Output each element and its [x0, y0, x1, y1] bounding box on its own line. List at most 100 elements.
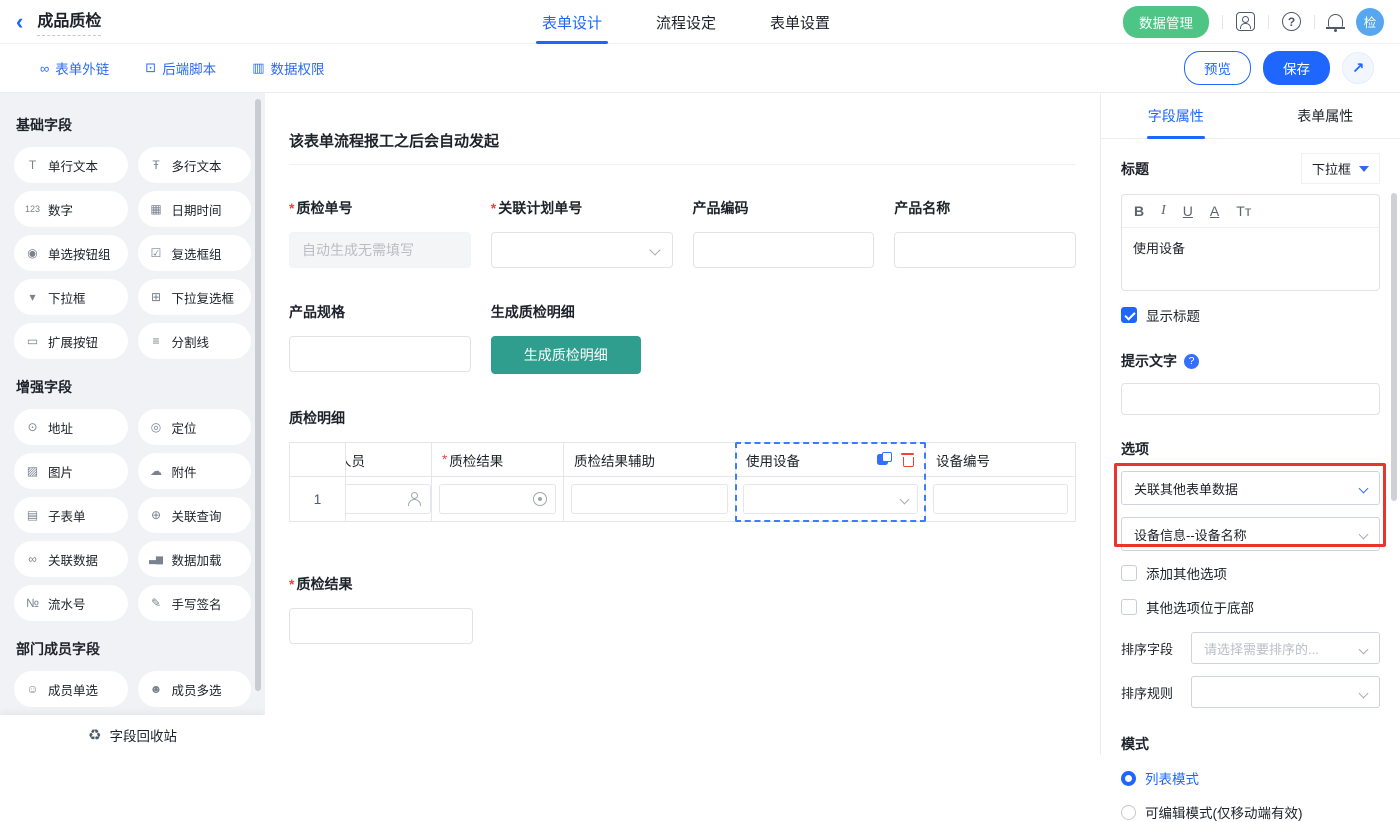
field-link-data[interactable]: ∞关联数据	[14, 541, 128, 577]
other-bottom-option[interactable]: 其他选项位于底部	[1121, 597, 1380, 617]
help-badge-icon[interactable]: ?	[1184, 354, 1199, 369]
column-header-index	[290, 443, 346, 477]
field-checkbox-group[interactable]: ☑复选框组	[138, 235, 252, 271]
field-type-select[interactable]: 下拉框	[1301, 153, 1380, 184]
field-divider[interactable]: ≡分割线	[138, 323, 252, 359]
column-header-device[interactable]: 使用设备	[736, 443, 926, 477]
field-datetime[interactable]: ▦日期时间	[138, 191, 252, 227]
options-label: 选项	[1121, 439, 1380, 459]
field-address[interactable]: ⊙地址	[14, 409, 128, 445]
contacts-icon[interactable]	[1236, 12, 1255, 31]
product-spec-input[interactable]	[289, 336, 471, 372]
field-plan-no[interactable]: *关联计划单号	[491, 198, 673, 268]
option-source-select[interactable]: 关联其他表单数据	[1121, 471, 1380, 505]
page-title[interactable]: 成品质检	[37, 7, 101, 36]
data-manage-button[interactable]: 数据管理	[1123, 6, 1209, 38]
underline-icon[interactable]: U	[1183, 203, 1193, 219]
field-image[interactable]: ▨图片	[14, 453, 128, 489]
field-locate[interactable]: ◎定位	[138, 409, 252, 445]
field-product-code[interactable]: 产品编码	[693, 198, 875, 268]
tab-form-design[interactable]: 表单设计	[542, 0, 602, 44]
sort-field-select[interactable]: 请选择需要排序的...	[1191, 632, 1380, 664]
inspector-cell[interactable]	[346, 477, 432, 521]
column-header-device-no[interactable]: 设备编号	[926, 443, 1076, 477]
editable-mode-radio[interactable]	[1121, 805, 1136, 820]
column-header-result[interactable]: *质检结果	[432, 443, 564, 477]
chevron-down-icon	[1359, 530, 1369, 540]
tab-flow-setting[interactable]: 流程设定	[656, 0, 716, 44]
list-mode-radio[interactable]	[1121, 771, 1136, 786]
field-radio-group[interactable]: ◉单选按钮组	[14, 235, 128, 271]
font-size-icon[interactable]: Tт	[1236, 203, 1251, 219]
result-cell[interactable]	[432, 477, 564, 521]
field-dropdown[interactable]: ▾下拉框	[14, 279, 128, 315]
field-dropdown-multi[interactable]: ⊞下拉复选框	[138, 279, 252, 315]
field-product-spec[interactable]: 产品规格	[289, 302, 471, 374]
column-header-result-aux[interactable]: 质检结果辅助	[564, 443, 736, 477]
add-other-checkbox[interactable]	[1121, 565, 1137, 581]
title-label: 标题	[1121, 159, 1149, 179]
field-attachment[interactable]: ☁附件	[138, 453, 252, 489]
notification-bell-icon[interactable]	[1328, 14, 1343, 27]
font-color-icon[interactable]: A	[1210, 203, 1219, 219]
device-no-cell[interactable]	[926, 477, 1076, 521]
form-external-link[interactable]: ∞表单外链	[40, 58, 109, 78]
title-rich-editor[interactable]: B I U A Tт 使用设备	[1121, 194, 1380, 291]
field-data-load[interactable]: ▃▆数据加载	[138, 541, 252, 577]
field-generate-detail[interactable]: 生成质检明细 生成质检明细	[491, 302, 673, 374]
hint-text-input[interactable]	[1121, 383, 1380, 415]
field-signature[interactable]: ✎手写签名	[138, 585, 252, 621]
field-serial-number[interactable]: №流水号	[14, 585, 128, 621]
delete-column-icon[interactable]	[901, 452, 915, 468]
help-icon[interactable]: ?	[1282, 12, 1301, 31]
locate-icon: ◎	[148, 420, 165, 434]
product-name-input[interactable]	[894, 232, 1076, 268]
field-recycle-bin[interactable]: ♻ 字段回收站	[0, 715, 265, 755]
qc-no-input[interactable]: 自动生成无需填写	[289, 232, 471, 268]
device-select-cell[interactable]	[736, 477, 926, 521]
add-other-option[interactable]: 添加其他选项	[1121, 563, 1380, 583]
sidebar-scrollbar[interactable]	[255, 99, 261, 691]
field-member-multi[interactable]: ☻成员多选	[138, 671, 252, 707]
qc-result-input[interactable]	[289, 608, 473, 644]
field-qc-result[interactable]: *质检结果	[289, 574, 1076, 644]
field-qc-no[interactable]: *质检单号 自动生成无需填写	[289, 198, 471, 268]
field-link-query[interactable]: ⊕关联查询	[138, 497, 252, 533]
user-avatar[interactable]: 检	[1356, 8, 1384, 36]
sort-rule-select[interactable]	[1191, 676, 1380, 708]
field-single-line-text[interactable]: T单行文本	[14, 147, 128, 183]
mode-editable-option[interactable]: 可编辑模式(仅移动端有效)	[1121, 802, 1380, 822]
backend-script-link[interactable]: ⊡后端脚本	[145, 58, 216, 78]
field-subform[interactable]: ▤子表单	[14, 497, 128, 533]
show-title-checkbox[interactable]	[1121, 307, 1137, 323]
show-title-option[interactable]: 显示标题	[1121, 305, 1380, 325]
back-icon[interactable]: ‹	[16, 11, 23, 33]
field-ext-button[interactable]: ▭扩展按钮	[14, 323, 128, 359]
data-permission-link[interactable]: ▥数据权限	[252, 58, 324, 78]
title-editor-value[interactable]: 使用设备	[1122, 228, 1379, 290]
field-member-single[interactable]: ☺成员单选	[14, 671, 128, 707]
tab-form-properties[interactable]: 表单属性	[1251, 93, 1400, 138]
share-button[interactable]: ↗	[1342, 52, 1374, 84]
tab-field-properties[interactable]: 字段属性	[1101, 93, 1251, 138]
field-number[interactable]: 123数字	[14, 191, 128, 227]
italic-icon[interactable]: I	[1161, 203, 1166, 219]
copy-column-icon[interactable]	[877, 452, 892, 467]
plan-no-select[interactable]	[491, 232, 673, 268]
other-bottom-checkbox[interactable]	[1121, 599, 1137, 615]
bold-icon[interactable]: B	[1134, 203, 1144, 219]
tab-form-setting[interactable]: 表单设置	[770, 0, 830, 44]
option-field-select[interactable]: 设备信息--设备名称	[1121, 517, 1380, 551]
result-aux-cell[interactable]	[564, 477, 736, 521]
panel-scrollbar[interactable]	[1391, 193, 1397, 501]
caret-down-icon	[1359, 166, 1369, 172]
field-multi-line-text[interactable]: Ŧ多行文本	[138, 147, 252, 183]
product-code-input[interactable]	[693, 232, 875, 268]
preview-button[interactable]: 预览	[1184, 51, 1251, 85]
multi-line-text-icon: Ŧ	[148, 158, 165, 172]
save-button[interactable]: 保存	[1263, 51, 1330, 85]
mode-list-option[interactable]: 列表模式	[1121, 768, 1380, 788]
generate-detail-button[interactable]: 生成质检明细	[491, 336, 641, 374]
field-product-name[interactable]: 产品名称	[894, 198, 1076, 268]
column-header-inspector[interactable]: 质检人员	[346, 443, 432, 477]
